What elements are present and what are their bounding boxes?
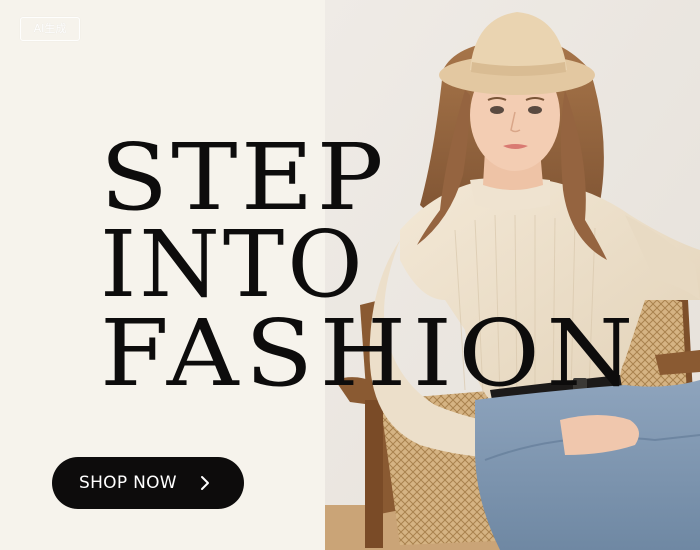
model-photo xyxy=(325,0,700,550)
shop-now-button[interactable]: SHOP NOW xyxy=(52,457,244,509)
chevron-right-icon xyxy=(201,476,209,490)
fashion-banner: AI生成 STEP INTO FASHION SHOP NOW xyxy=(0,0,700,550)
headline-line-2: INTO xyxy=(100,211,366,318)
shop-now-label: SHOP NOW xyxy=(79,473,177,493)
headline-line-3: FASHION xyxy=(100,300,640,407)
ai-watermark-badge: AI生成 xyxy=(20,17,80,41)
